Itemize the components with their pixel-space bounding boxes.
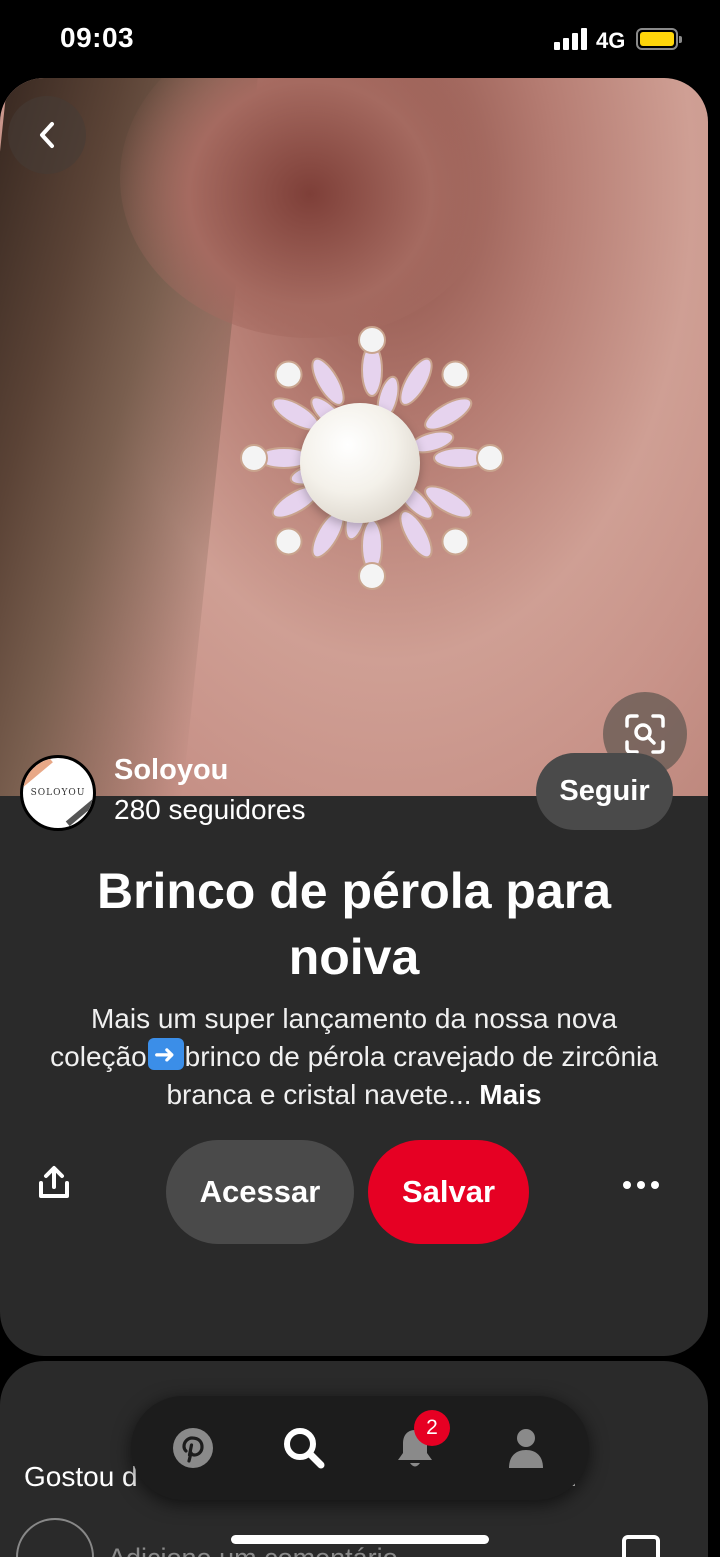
nav-search[interactable] <box>274 1418 334 1478</box>
visit-button[interactable]: Acessar <box>166 1140 354 1244</box>
network-type: 4G <box>596 28 626 53</box>
share-button[interactable] <box>26 1155 82 1211</box>
status-time: 09:03 <box>60 22 135 53</box>
battery-icon <box>636 28 682 50</box>
nav-profile[interactable] <box>496 1418 556 1478</box>
more-link[interactable]: Mais <box>479 1079 541 1110</box>
person-icon <box>509 1429 543 1468</box>
chevron-left-icon <box>40 122 54 148</box>
follow-button[interactable]: Seguir <box>536 753 673 830</box>
pinterest-icon <box>173 1428 213 1468</box>
share-icon <box>39 1166 69 1198</box>
save-button[interactable]: Salvar <box>368 1140 529 1244</box>
description-text-2: brinco de pérola cravejado de zircônia b… <box>166 1041 658 1110</box>
creator-avatar[interactable]: SOLOYOU <box>20 755 96 831</box>
pearl <box>300 403 420 523</box>
notification-badge: 2 <box>414 1410 450 1446</box>
more-horizontal-icon <box>623 1181 631 1189</box>
creator-followers: 280 seguidores <box>114 794 306 825</box>
pin-card <box>0 78 708 1356</box>
signal-strength-icon <box>554 28 588 50</box>
avatar-logo-text: SOLOYOU <box>30 788 86 798</box>
search-icon <box>284 1428 325 1469</box>
creator-name[interactable]: Soloyou <box>114 754 228 787</box>
arrow-right-emoji-icon <box>147 1038 184 1070</box>
status-bar: 09:03 4G <box>0 0 720 78</box>
more-options-button[interactable] <box>613 1165 669 1205</box>
gallery-icon[interactable] <box>622 1535 660 1557</box>
comments-prompt-start: Gostou d <box>24 1461 138 1492</box>
home-indicator <box>231 1535 489 1544</box>
bottom-nav: 2 <box>131 1396 589 1500</box>
pin-description: Mais um super lançamento da nossa nova c… <box>40 1000 668 1114</box>
back-button[interactable] <box>8 96 86 174</box>
lens-search-icon <box>625 714 665 754</box>
nav-home[interactable] <box>163 1418 223 1478</box>
pin-image[interactable] <box>0 78 708 796</box>
pin-title: Brinco de pérola para noiva <box>96 863 612 985</box>
